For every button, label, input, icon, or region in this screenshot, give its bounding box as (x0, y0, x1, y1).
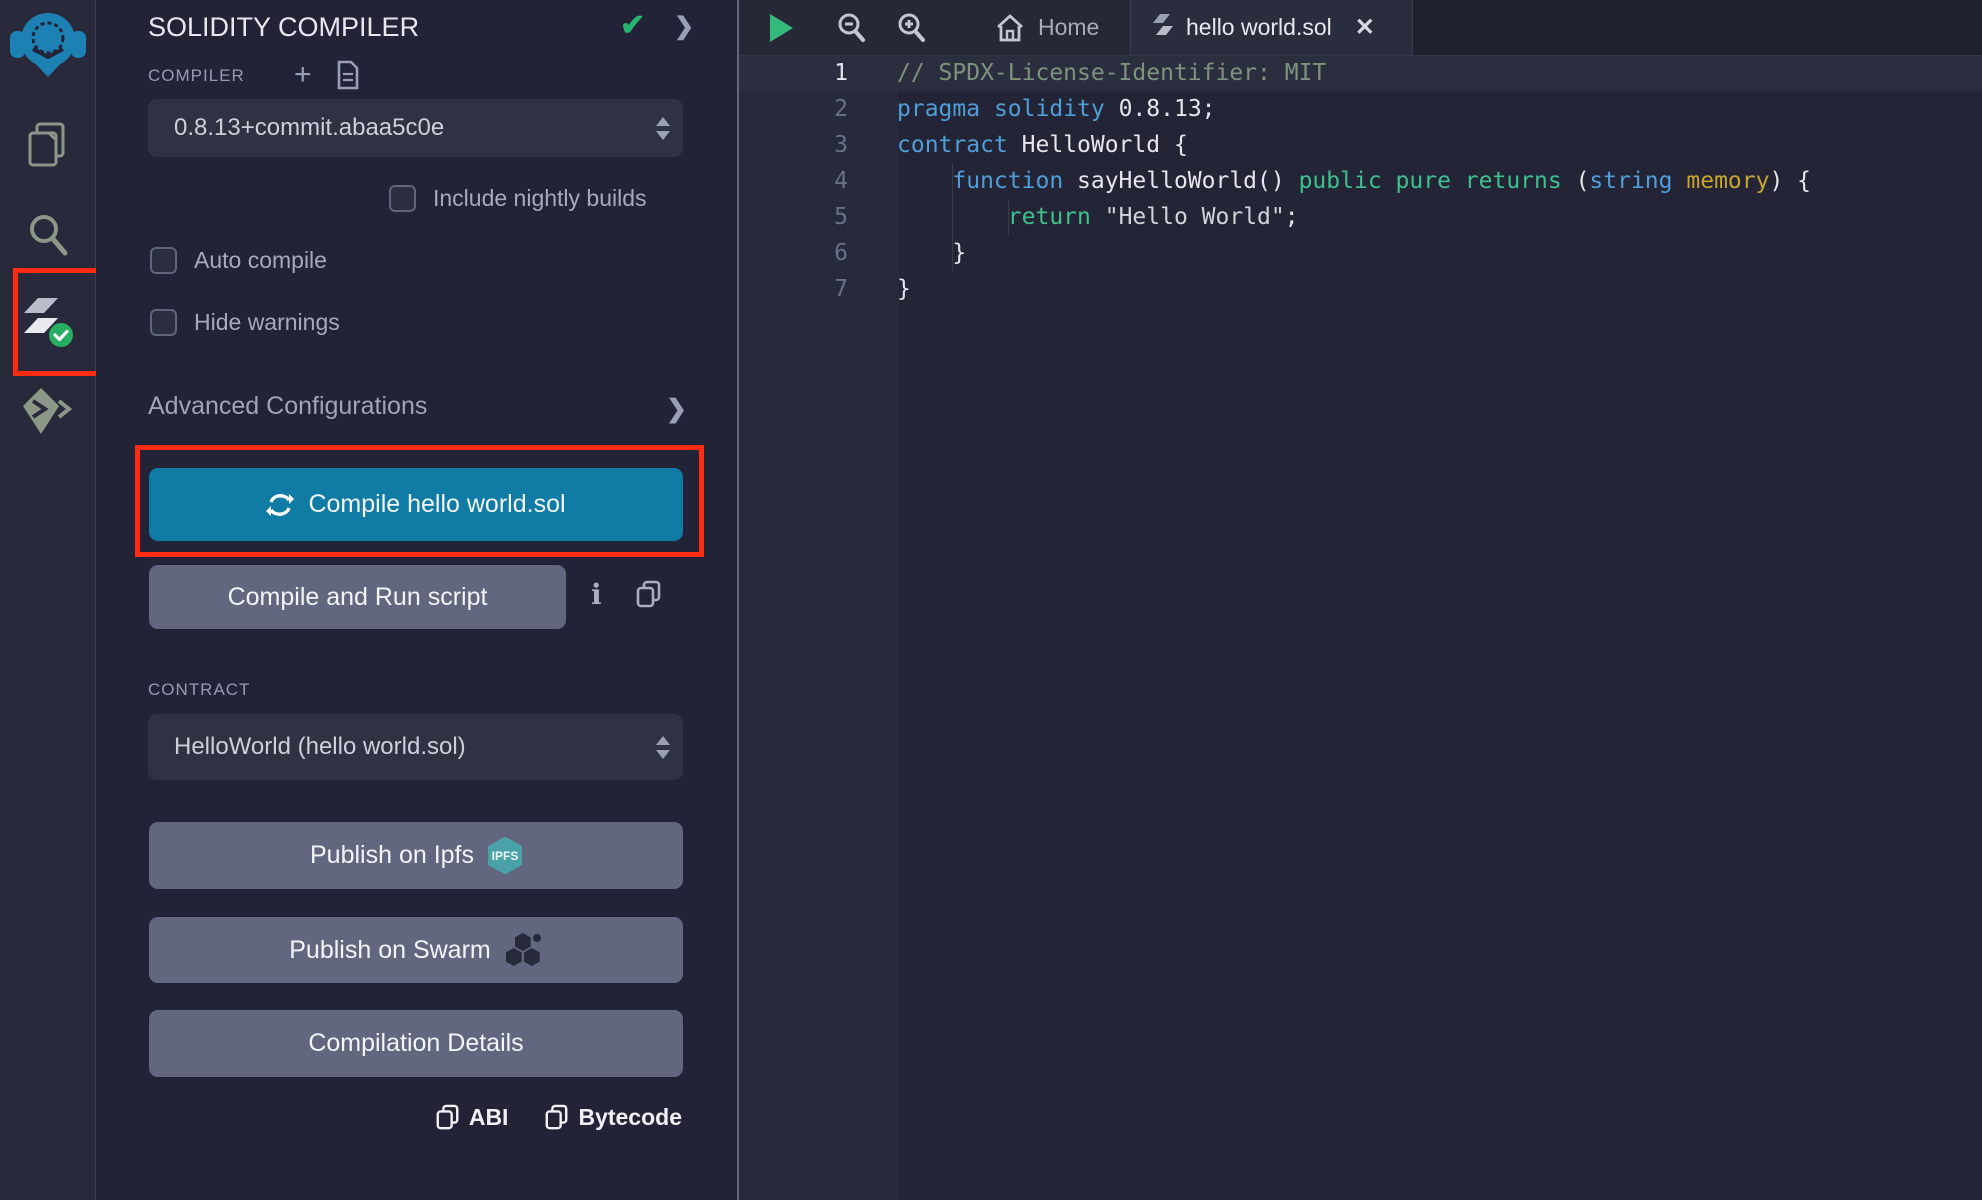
nightly-builds-label: Include nightly builds (433, 185, 647, 212)
zoom-out-button[interactable] (831, 0, 871, 55)
info-icon[interactable]: i (591, 578, 602, 611)
compile-and-run-button[interactable]: Compile and Run script (149, 565, 566, 629)
code-line: 3contract HelloWorld { (739, 127, 1982, 163)
line-number: 1 (739, 55, 848, 91)
zoom-in-button[interactable] (891, 0, 931, 55)
publish-swarm-button[interactable]: Publish on Swarm (149, 917, 683, 983)
copy-icon (544, 1104, 569, 1131)
search-icon (26, 212, 70, 258)
file-explorer-icon (25, 121, 71, 169)
compiler-section-label: COMPILER (148, 66, 245, 86)
run-script-button[interactable] (761, 0, 801, 55)
code-line-content: } (848, 271, 911, 307)
line-number: 3 (739, 127, 848, 163)
contract-section-label: CONTRACT (148, 680, 250, 700)
abi-bytecode-row: ABI Bytecode (96, 1104, 737, 1131)
zoom-out-icon (836, 12, 866, 44)
solidity-compiler-icon (22, 296, 74, 348)
code-editor[interactable]: 1// SPDX-License-Identifier: MIT2pragma … (739, 0, 1982, 1200)
nightly-builds-checkbox[interactable] (389, 185, 416, 212)
code-line-content: contract HelloWorld { (848, 127, 1188, 163)
icon-bar (0, 0, 96, 1200)
chevron-right-icon[interactable]: ❯ (674, 12, 694, 41)
solidity-compiler-panel: SOLIDITY COMPILER ✔ ❯ COMPILER + 0.8.13+… (96, 0, 739, 1200)
close-tab-icon[interactable]: ✕ (1355, 13, 1375, 42)
chevron-right-icon[interactable]: ❯ (666, 394, 687, 424)
advanced-configurations-toggle[interactable]: Advanced Configurations (148, 392, 427, 421)
home-icon (994, 12, 1026, 44)
copy-icon (435, 1104, 460, 1131)
auto-compile-label: Auto compile (194, 247, 327, 274)
select-stepper-icon (643, 736, 683, 759)
sidebar-item-search[interactable] (0, 210, 95, 260)
add-compiler-icon[interactable]: + (294, 58, 312, 92)
editor-tabbar: Home hello world.sol ✕ (739, 0, 1982, 56)
play-icon (770, 14, 793, 42)
code-line-content: return "Hello World"; (848, 199, 1299, 235)
check-icon: ✔ (620, 8, 645, 43)
copy-bytecode-button[interactable]: Bytecode (544, 1104, 682, 1131)
sidebar-item-solidity-compiler[interactable] (0, 290, 95, 354)
code-line: 6 } (739, 235, 1982, 271)
code-line-content: // SPDX-License-Identifier: MIT (848, 55, 1326, 91)
document-icon[interactable] (336, 60, 360, 90)
swarm-icon (505, 933, 543, 967)
hide-warnings-checkbox[interactable] (150, 309, 177, 336)
line-number: 7 (739, 271, 848, 307)
remix-logo-icon (9, 9, 87, 77)
nightly-builds-row: Include nightly builds (389, 185, 647, 212)
line-number: 2 (739, 91, 848, 127)
compilation-details-button[interactable]: Compilation Details (149, 1010, 683, 1077)
code-line: 1// SPDX-License-Identifier: MIT (739, 55, 1982, 91)
copy-abi-button[interactable]: ABI (435, 1104, 509, 1131)
publish-swarm-label: Publish on Swarm (289, 936, 490, 965)
tab-hello-world-sol[interactable]: hello world.sol ✕ (1130, 0, 1413, 55)
remix-logo[interactable] (0, 8, 95, 78)
tab-label: hello world.sol (1186, 14, 1332, 41)
copy-icon[interactable] (635, 580, 662, 609)
abi-label: ABI (469, 1104, 509, 1131)
auto-compile-row: Auto compile (150, 247, 327, 274)
sidebar-item-file-explorer[interactable] (0, 120, 95, 170)
ipfs-icon: IPFS (488, 837, 522, 875)
refresh-icon (266, 492, 294, 518)
tab-home-label: Home (1038, 14, 1099, 41)
contract-select[interactable]: HelloWorld (hello world.sol) (148, 714, 683, 780)
compiler-version-value: 0.8.13+commit.abaa5c0e (148, 114, 643, 142)
bytecode-label: Bytecode (578, 1104, 682, 1131)
panel-title: SOLIDITY COMPILER (148, 12, 419, 43)
compile-button-label: Compile hello world.sol (308, 490, 565, 519)
code-line-content: pragma solidity 0.8.13; (848, 91, 1216, 127)
line-number: 6 (739, 235, 848, 271)
publish-ipfs-label: Publish on Ipfs (310, 841, 474, 870)
remix-ide-window: SOLIDITY COMPILER ✔ ❯ COMPILER + 0.8.13+… (0, 0, 1982, 1200)
code-line: 4 function sayHelloWorld() public pure r… (739, 163, 1982, 199)
zoom-in-icon (896, 12, 926, 44)
solidity-file-icon (1153, 14, 1173, 42)
sidebar-item-deploy-run[interactable] (0, 384, 95, 438)
compilation-details-label: Compilation Details (308, 1029, 523, 1058)
line-number: 4 (739, 163, 848, 199)
code-area[interactable]: 1// SPDX-License-Identifier: MIT2pragma … (739, 55, 1982, 307)
line-number: 5 (739, 199, 848, 235)
hide-warnings-row: Hide warnings (150, 309, 340, 336)
auto-compile-checkbox[interactable] (150, 247, 177, 274)
compile-and-run-label: Compile and Run script (228, 583, 488, 612)
code-line: 7} (739, 271, 1982, 307)
code-line: 2pragma solidity 0.8.13; (739, 91, 1982, 127)
code-line-content: function sayHelloWorld() public pure ret… (848, 163, 1811, 199)
tab-home[interactable]: Home (994, 0, 1099, 55)
deploy-run-icon (23, 387, 73, 435)
code-line-content: } (848, 235, 966, 271)
hide-warnings-label: Hide warnings (194, 309, 340, 336)
select-stepper-icon (643, 117, 683, 140)
compiler-version-select[interactable]: 0.8.13+commit.abaa5c0e (148, 99, 683, 157)
compile-button[interactable]: Compile hello world.sol (149, 468, 683, 541)
code-line: 5 return "Hello World"; (739, 199, 1982, 235)
contract-select-value: HelloWorld (hello world.sol) (148, 733, 643, 761)
publish-ipfs-button[interactable]: Publish on Ipfs IPFS (149, 822, 683, 889)
